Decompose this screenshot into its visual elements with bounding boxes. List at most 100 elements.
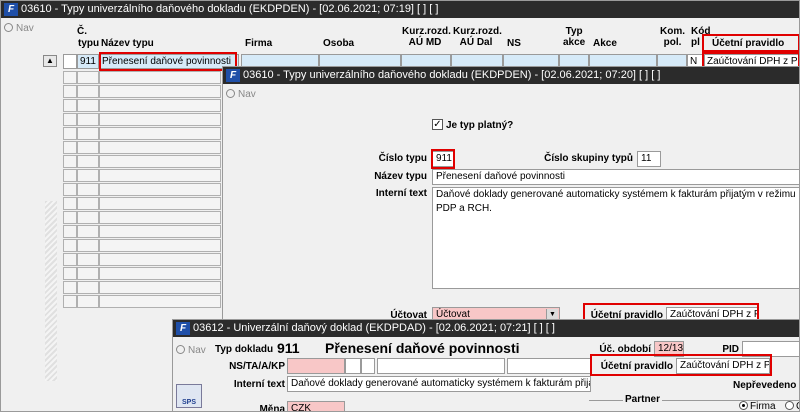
row-cislo-typu[interactable]: 911 [77,54,99,69]
header-kurz-dal-b: AÚ Dal [459,37,493,48]
header-nazev-text: Název typu [101,38,154,49]
scroll-up-button[interactable]: ▲ [43,55,57,67]
neprevedeno-label: Nepřevedeno [733,380,797,391]
window-3-titlebar[interactable]: F 03612 - Univerzální daňový doklad (EKD… [173,320,799,337]
nav-button[interactable]: Nav [176,345,206,356]
header-typu-text: typu [78,38,100,49]
sps-button[interactable]: SPS [176,384,202,408]
cislo-typu-label: Číslo typu [378,153,427,164]
header-nazev-typu: Název typu [101,38,154,49]
header-akce-text: Akce [593,38,617,49]
nav-label: Nav [188,345,206,356]
header-typ-text: Typ [565,26,583,37]
header-typu: typu [78,38,99,49]
header-c: Č. [77,26,87,37]
interni-text-label: Interní text [233,379,285,390]
interni-text-label: Interní text [375,188,427,199]
firma-radio-label: Firma [750,401,776,412]
nav-button[interactable]: Nav [226,89,256,100]
grid-row[interactable] [63,281,223,294]
grid-row[interactable] [63,155,223,168]
header-osoba-text: Osoba [323,38,355,49]
firma-radio-icon[interactable] [739,401,748,410]
typ-dokladu-value: 911 [277,340,300,356]
c-radio-label: C [796,401,799,411]
window-2-titlebar[interactable]: F 03610 - Typy univerzálního daňového do… [223,67,799,84]
grid-row[interactable] [63,85,223,98]
highlight-header-ucetni [702,34,799,52]
grid-row[interactable] [63,211,223,224]
header-kurz-md-a: Kurz.rozd. [402,26,451,37]
partner-label: Partner [623,394,663,405]
header-ns-text: NS [507,38,521,49]
nav-icon [176,345,185,354]
grid-row[interactable] [63,99,223,112]
header-kom-a: Kom. [660,26,685,37]
header-akce-sub: akce [563,37,586,48]
mena-input[interactable]: CZK [287,401,345,411]
app-logo-icon: F [4,3,18,16]
nav-label: Nav [16,23,34,34]
interni-text-input[interactable]: Daňové doklady generované automaticky sy… [287,376,591,392]
nav-icon [4,23,13,32]
a-input[interactable] [361,358,375,374]
mena-label: Měna [259,404,285,412]
c-radio-icon[interactable] [785,401,794,410]
interni-text-area[interactable]: Daňové doklady generované automaticky sy… [432,187,799,289]
grid-row[interactable] [63,71,223,84]
grid-row[interactable] [63,141,223,154]
header-typ-akce: Typ akce [563,26,585,48]
extra-input[interactable] [507,358,591,374]
typ-dokladu-nazev: Přenesení daňové povinnosti [325,340,520,356]
header-kom-b: pol. [663,37,682,48]
header-kurz-md: Kurz.rozd. AÚ MD [402,26,451,48]
grid-row[interactable] [63,267,223,280]
header-ns: NS [507,38,521,49]
ns-input[interactable] [287,358,345,374]
grid-row[interactable] [63,183,223,196]
row-indicator[interactable] [63,54,77,69]
scrollbar-track[interactable] [45,201,57,381]
nazev-typu-input[interactable]: Přenesení daňové povinnosti [432,169,799,185]
grid-row[interactable] [63,127,223,140]
header-cislo: Č. [77,26,87,37]
app-logo-icon: F [226,69,240,82]
window-1-titlebar[interactable]: F 03610 - Typy univerzálního daňového do… [1,1,799,18]
grid-row[interactable] [63,197,223,210]
highlight-nazev-typu [99,52,237,71]
je-platny-label: Je typ platný? [446,120,514,131]
grid-row[interactable] [63,169,223,182]
header-firma-text: Firma [245,38,273,49]
window-2-title: 03610 - Typy univerzálního daňového dokl… [243,69,661,81]
header-akce: Akce [593,38,617,49]
nav-label: Nav [238,89,256,100]
cislo-skupiny-input[interactable]: 11 [637,151,661,167]
ns-ta-a-kp-label: NS/TA/A/KP [229,361,285,372]
nav-icon [226,89,235,98]
header-kurz-md-b: AÚ MD [408,37,442,48]
header-kom-pol: Kom. pol. [660,26,685,48]
header-kod-b: pl [691,37,700,48]
header-osoba: Osoba [323,38,354,49]
nav-button[interactable]: Nav [4,23,34,34]
c-radio[interactable]: C [785,401,799,411]
window-univerzalni-doklad: F 03612 - Univerzální daňový doklad (EKD… [172,319,800,412]
grid-row[interactable] [63,239,223,252]
header-kurz-dal: Kurz.rozd. AÚ Dal [453,26,502,48]
ta-input[interactable] [345,358,361,374]
highlight-ucetni-pravidlo [590,354,772,376]
grid-row[interactable] [63,225,223,238]
header-kurz-dal-a: Kurz.rozd. [453,26,502,37]
header-firma: Firma [245,38,272,49]
kp-input[interactable] [377,358,505,374]
je-platny-checkbox[interactable]: ✓ [432,119,443,130]
app-logo-icon: F [176,322,190,335]
sps-label: SPS [181,399,196,406]
window-1-title: 03610 - Typy univerzálního daňového dokl… [21,3,439,15]
typ-dokladu-label: Typ dokladu [215,344,274,355]
grid-row[interactable] [63,253,223,266]
nazev-typu-label: Název typu [374,171,427,182]
firma-radio[interactable]: Firma [739,401,776,412]
grid-row[interactable] [63,295,223,308]
grid-row[interactable] [63,113,223,126]
